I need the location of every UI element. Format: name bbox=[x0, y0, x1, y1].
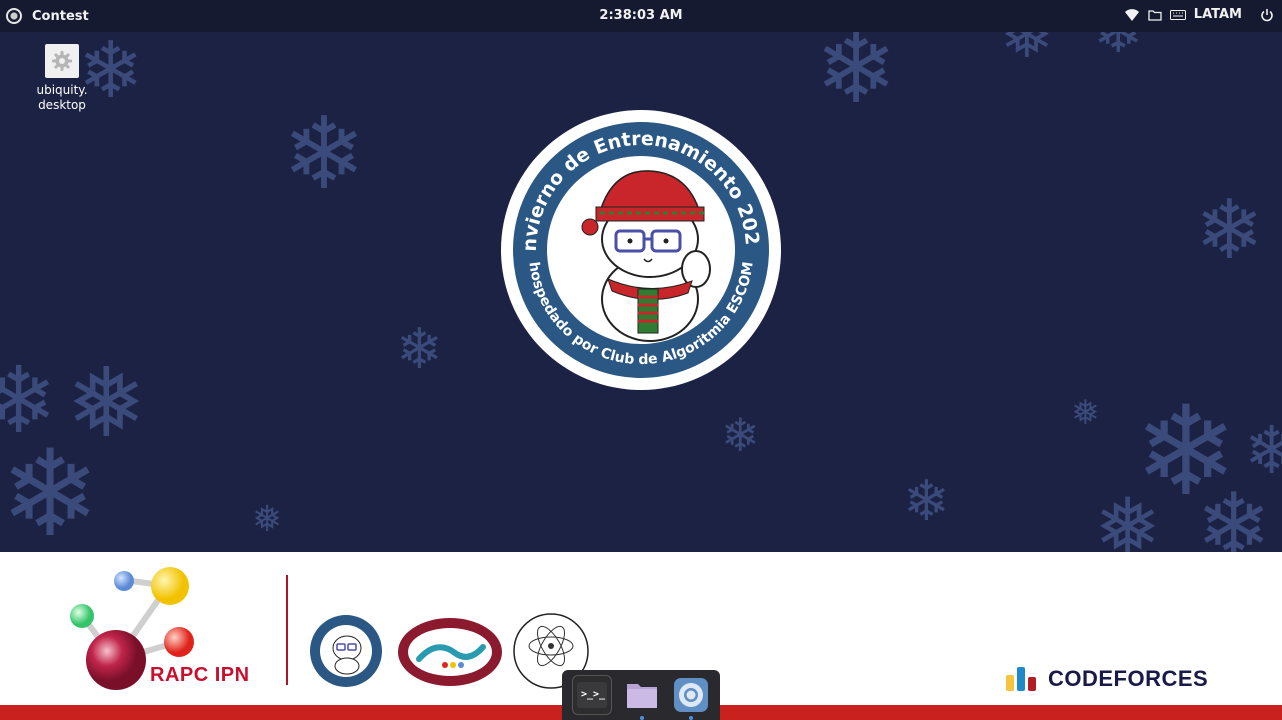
club-algoritmia-escom-logo bbox=[310, 615, 382, 687]
folder-icon[interactable] bbox=[1148, 9, 1162, 21]
keyboard-layout[interactable]: LATAM bbox=[1194, 7, 1242, 22]
power-icon[interactable] bbox=[1260, 8, 1274, 22]
dock-files[interactable] bbox=[623, 676, 661, 720]
dock-terminal[interactable]: >_>_ bbox=[571, 675, 612, 715]
snowflake-icon: ❄ bbox=[815, 12, 898, 126]
snowflake-icon: ❅ bbox=[1071, 393, 1100, 433]
running-indicator bbox=[689, 716, 694, 720]
snowflake-icon: ❄ bbox=[282, 95, 366, 212]
club-algoritmia-upiiz-logo bbox=[398, 618, 502, 686]
dock: >_>_ bbox=[562, 670, 720, 720]
top-panel: Contest 2:38:03 AM LATAM bbox=[0, 0, 1282, 32]
svg-text:>_>_: >_>_ bbox=[581, 689, 606, 700]
snowflake-icon: ❄ bbox=[903, 469, 950, 534]
keyboard-icon[interactable] bbox=[1169, 9, 1186, 20]
desktop-icon-label: ubiquity. desktop bbox=[36, 83, 88, 112]
chromium-icon bbox=[674, 678, 709, 712]
wifi-icon[interactable] bbox=[1124, 8, 1140, 22]
codeforces-label: CODEFORCES bbox=[1048, 666, 1209, 691]
system-tray: LATAM bbox=[1124, 7, 1274, 22]
codeforces-bars-icon bbox=[1006, 667, 1036, 691]
snowflake-icon: ❄ bbox=[1195, 183, 1264, 278]
codeforces-logo: CODEFORCES bbox=[1006, 666, 1208, 692]
running-indicator bbox=[639, 716, 644, 720]
folder-icon bbox=[626, 684, 657, 708]
dock-chromium[interactable] bbox=[672, 676, 710, 720]
event-badge-logo: Invierno de Entrenamiento 2020 hospedado… bbox=[493, 92, 782, 391]
gear-icon bbox=[45, 44, 79, 78]
rapc-ipn-label: RAPC IPN bbox=[150, 664, 250, 686]
snowflake-icon: ❄ bbox=[721, 408, 760, 462]
banner-divider bbox=[286, 575, 288, 685]
snowflake-icon: ❅ bbox=[252, 499, 283, 540]
snowflake-icon: ❄ bbox=[0, 425, 101, 564]
clock[interactable]: 2:38:03 AM bbox=[0, 8, 1282, 23]
snowflake-icon: ❄ bbox=[396, 317, 443, 382]
terminal-icon: >_>_ bbox=[576, 682, 607, 708]
desktop-icon-ubiquity[interactable]: ubiquity. desktop bbox=[30, 44, 94, 113]
